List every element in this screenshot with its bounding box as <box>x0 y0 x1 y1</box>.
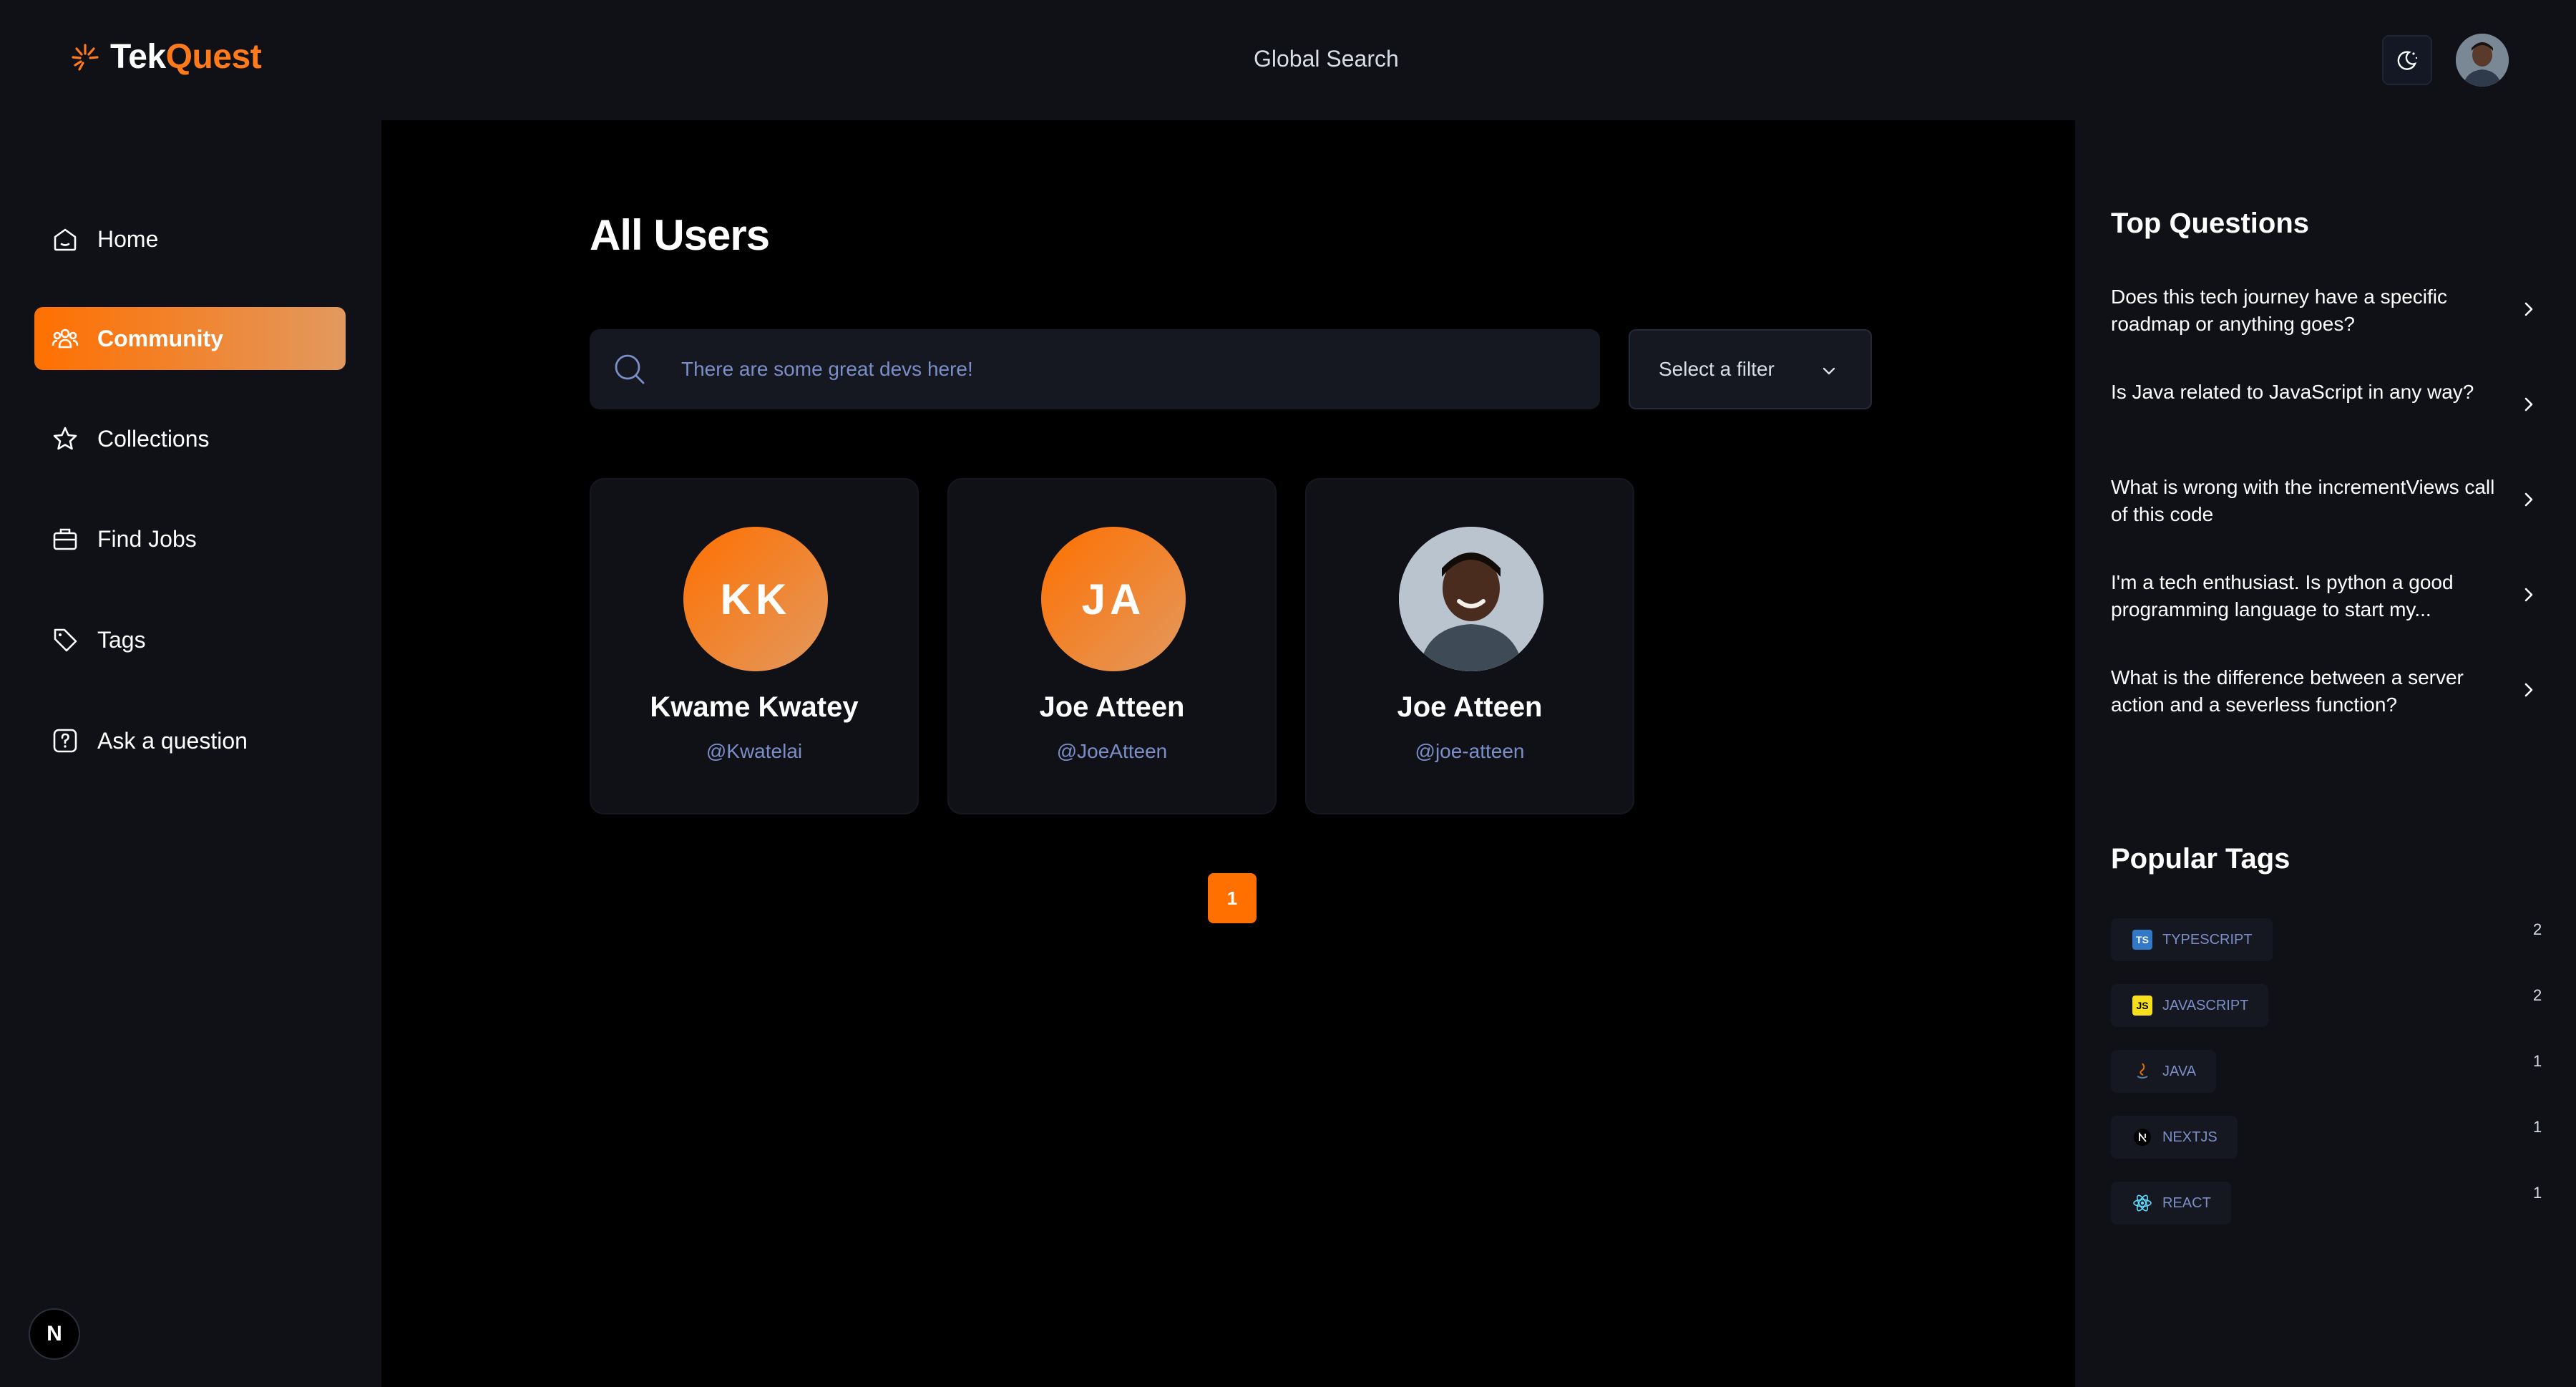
user-initials-avatar: KK <box>683 527 828 671</box>
question-text: I'm a tech enthusiast. Is python a good … <box>2111 571 2454 620</box>
tag-chip-java[interactable]: java <box>2111 1050 2217 1093</box>
sidebar-item-label: Home <box>97 225 159 252</box>
question-text: Does this tech journey have a specific r… <box>2111 286 2448 335</box>
chevron-right-icon <box>2524 492 2533 507</box>
user-search-input[interactable] <box>681 329 1576 409</box>
tag-label: typescript <box>2162 931 2253 948</box>
users-icon <box>52 328 79 349</box>
chevron-right-icon <box>2524 683 2533 697</box>
global-search[interactable]: Global Search <box>1254 46 1399 72</box>
question-link[interactable]: I'm a tech enthusiast. Is python a good … <box>2111 569 2540 631</box>
tag-chip-react[interactable]: react <box>2111 1182 2231 1225</box>
sidebar-item-find-jobs[interactable]: Find Jobs <box>34 507 346 570</box>
tag-count: 2 <box>2533 920 2542 938</box>
tag-label: react <box>2162 1194 2211 1211</box>
user-photo-icon <box>2456 34 2509 87</box>
tag-icon <box>54 628 77 652</box>
main-content: All Users Select a filter KK Kwame Kwate… <box>381 120 2075 1387</box>
user-card[interactable]: JA Joe Atteen @JoeAtteen <box>947 478 1277 814</box>
profile-avatar[interactable] <box>2456 34 2509 87</box>
theme-toggle-button[interactable] <box>2382 35 2432 85</box>
moon-icon <box>2397 51 2418 70</box>
logo-tek: Tek <box>110 38 166 76</box>
chevron-right-icon <box>2524 588 2533 602</box>
tag-count: 1 <box>2533 1052 2542 1070</box>
chevron-down-icon <box>1823 367 1835 375</box>
tag-count: 1 <box>2533 1118 2542 1136</box>
sidebar-item-tags[interactable]: Tags <box>34 608 346 671</box>
home-icon <box>54 228 77 251</box>
user-photo-icon <box>1399 527 1543 671</box>
sidebar-item-label: Collections <box>97 425 210 452</box>
sidebar-item-label: Ask a question <box>97 727 248 754</box>
right-sidebar: Top Questions Does this tech journey hav… <box>2075 120 2576 1387</box>
pagination-page-button[interactable]: 1 <box>1208 873 1257 923</box>
sidebar-item-community[interactable]: Community <box>34 307 346 370</box>
javascript-icon: JS <box>2132 996 2152 1016</box>
user-name: Joe Atteen <box>1397 691 1543 723</box>
tag-chip-typescript[interactable]: TS typescript <box>2111 918 2273 961</box>
sidebar-item-ask-question[interactable]: Ask a question <box>34 709 346 772</box>
tag-chip-nextjs[interactable]: nextjs <box>2111 1116 2238 1159</box>
tag-label: javascript <box>2162 997 2249 1013</box>
popular-tags-heading: Popular Tags <box>2111 843 2290 875</box>
typescript-icon: TS <box>2132 930 2152 950</box>
chevron-right-icon <box>2524 397 2533 412</box>
sidebar-item-home[interactable]: Home <box>34 208 346 271</box>
question-link[interactable]: Does this tech journey have a specific r… <box>2111 283 2540 345</box>
user-handle: @Kwatelai <box>706 740 803 762</box>
left-sidebar: Home Community Collections Find Jobs Tag… <box>0 120 381 1387</box>
user-initials-avatar: JA <box>1041 527 1186 671</box>
logo-text: TekQuest <box>110 37 262 77</box>
nextjs-dev-badge[interactable]: N <box>29 1308 80 1360</box>
question-text: What is the difference between a server … <box>2111 666 2464 716</box>
filter-select-label: Select a filter <box>1659 358 1775 380</box>
top-questions-heading: Top Questions <box>2111 208 2310 239</box>
tag-label: nextjs <box>2162 1129 2218 1145</box>
search-icon <box>615 354 645 384</box>
question-text: What is wrong with the incrementViews ca… <box>2111 476 2495 525</box>
briefcase-icon <box>53 528 77 550</box>
sidebar-item-label: Tags <box>97 626 146 653</box>
sidebar-item-collections[interactable]: Collections <box>34 407 346 470</box>
logo[interactable]: TekQuest <box>67 37 262 77</box>
chevron-right-icon <box>2524 302 2533 316</box>
filter-select[interactable]: Select a filter <box>1629 329 1872 409</box>
user-handle: @JoeAtteen <box>1056 740 1168 762</box>
user-photo-avatar <box>1399 527 1543 671</box>
page-title: All Users <box>590 211 770 259</box>
sidebar-item-label: Find Jobs <box>97 525 197 552</box>
question-icon <box>53 729 77 753</box>
user-search-bar[interactable] <box>590 329 1600 409</box>
react-icon <box>2132 1193 2152 1213</box>
top-header: TekQuest Global Search <box>0 0 2576 120</box>
logo-icon <box>72 43 99 71</box>
user-handle: @joe-atteen <box>1415 740 1525 762</box>
sidebar-item-label: Community <box>97 325 223 351</box>
star-icon <box>53 427 77 450</box>
logo-quest: Quest <box>165 38 262 76</box>
question-link[interactable]: What is the difference between a server … <box>2111 664 2540 726</box>
user-card[interactable]: Joe Atteen @joe-atteen <box>1305 478 1634 814</box>
question-link[interactable]: What is wrong with the incrementViews ca… <box>2111 474 2540 535</box>
question-link[interactable]: Is Java related to JavaScript in any way… <box>2111 379 2540 440</box>
user-name: Joe Atteen <box>1039 691 1185 723</box>
tag-chip-javascript[interactable]: JS javascript <box>2111 984 2269 1027</box>
question-text: Is Java related to JavaScript in any way… <box>2111 381 2474 403</box>
java-icon <box>2132 1061 2152 1081</box>
user-card[interactable]: KK Kwame Kwatey @Kwatelai <box>590 478 919 814</box>
nextjs-icon <box>2132 1127 2152 1147</box>
app-root: TekQuest Global Search Home Community Co… <box>0 0 2576 1387</box>
tag-count: 1 <box>2533 1184 2542 1202</box>
tag-count: 2 <box>2533 986 2542 1004</box>
tag-label: java <box>2162 1063 2197 1079</box>
user-name: Kwame Kwatey <box>650 691 859 723</box>
